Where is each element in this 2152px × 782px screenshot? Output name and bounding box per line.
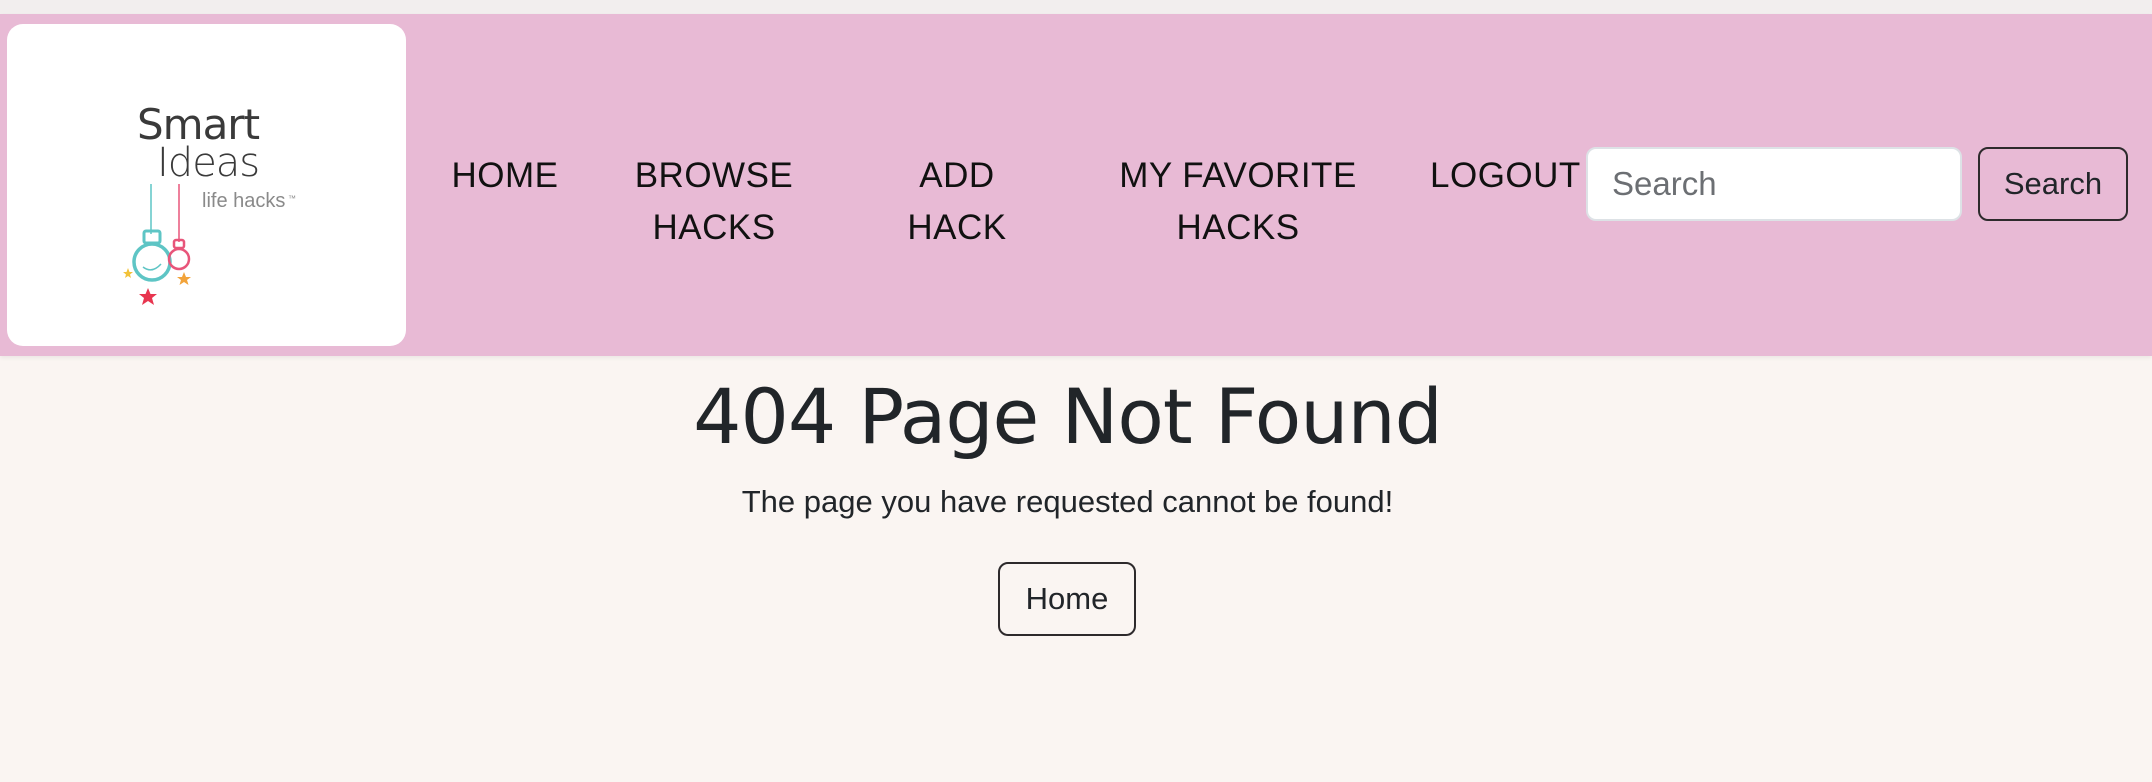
nav-home[interactable]: HOME [450,150,560,202]
logo-text-tagline: life hacks [202,190,286,212]
logo-trademark: ™ [288,194,296,203]
nav-add-hack[interactable]: ADD HACK [892,150,1022,254]
error-message: The page you have requested cannot be fo… [741,484,1394,519]
home-button[interactable]: Home [998,562,1136,636]
page-title: 404 Page Not Found [693,372,1443,461]
search-button[interactable]: Search [1978,147,2128,221]
logo[interactable]: Smart Ideas life hacks ™ [7,24,406,346]
nav-browse-hacks[interactable]: BROWSE HACKS [634,150,794,254]
top-strip [0,0,2152,14]
nav-logout[interactable]: LOGOUT [1430,150,1580,202]
navbar: Smart Ideas life hacks ™ HOME BROWSE HAC… [0,14,2152,356]
search-input[interactable] [1586,147,1962,221]
nav-my-favorite-hacks[interactable]: MY FAVORITE HACKS [1118,150,1358,254]
logo-text-ideas: Ideas [157,140,260,186]
